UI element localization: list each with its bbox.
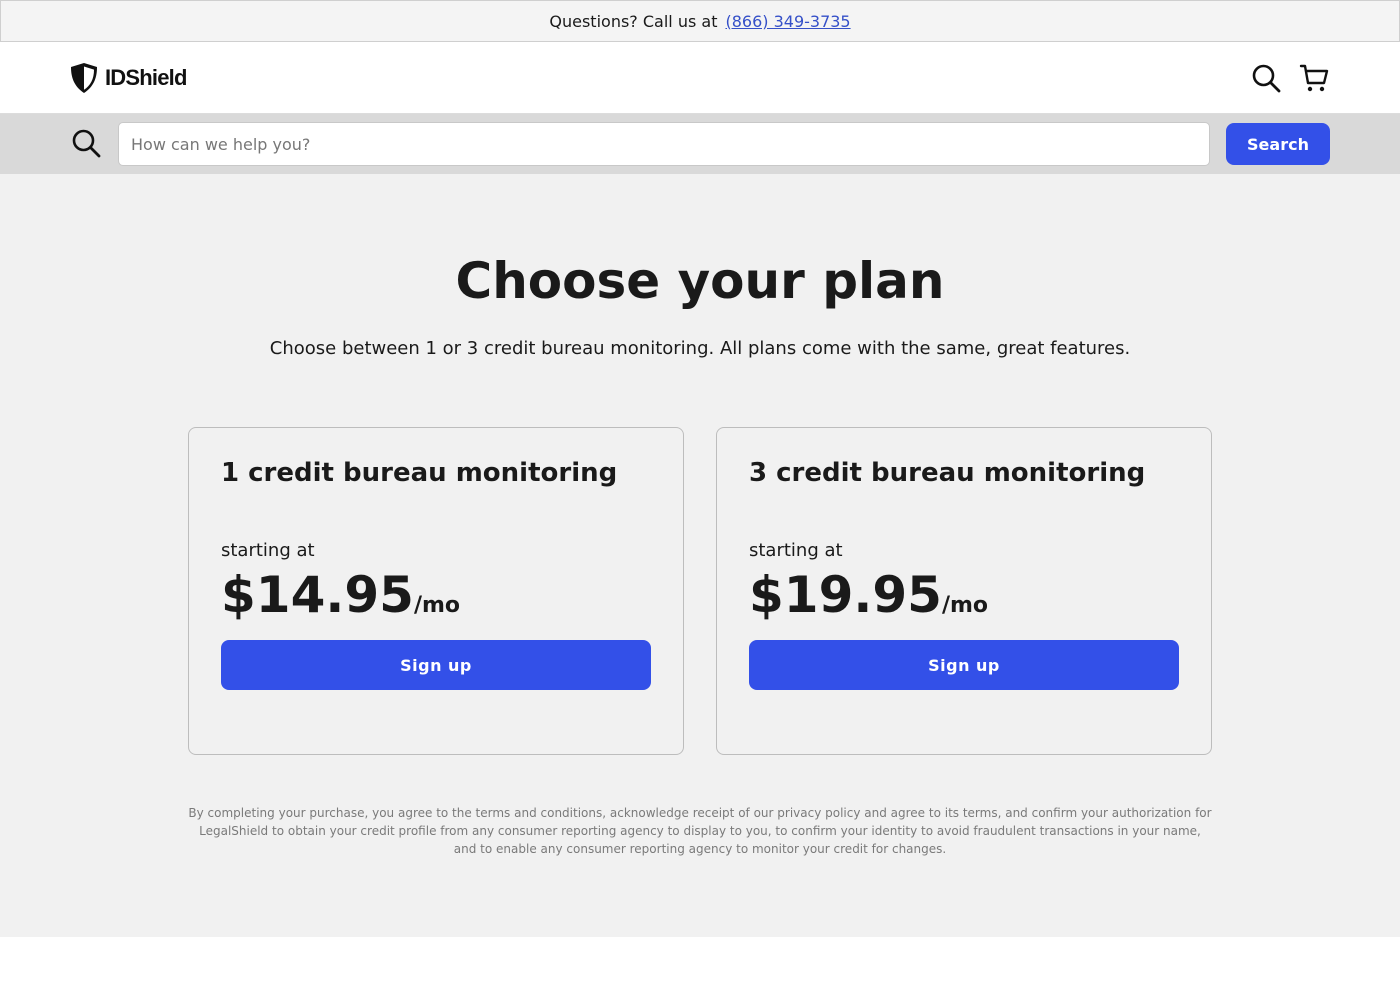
plan-price-amount: $14.95 [221, 566, 414, 624]
contact-text: Questions? Call us at [549, 11, 718, 31]
page-title: Choose your plan [455, 252, 945, 310]
logo-text: IDShield [105, 65, 187, 90]
logo[interactable]: IDShield [70, 62, 187, 94]
plan-price: $19.95/mo [749, 566, 988, 624]
search-icon[interactable] [1251, 63, 1281, 93]
plan-card-1-bureau: 1 credit bureau monitoring starting at $… [188, 427, 684, 755]
phone-link[interactable]: (866) 349-3735 [725, 12, 850, 31]
plan-starting-label: starting at [221, 540, 315, 561]
search-icon [72, 129, 101, 158]
plan-price-amount: $19.95 [749, 566, 942, 624]
plan-title: 1 credit bureau monitoring [221, 458, 618, 488]
plan-section: Choose your plan Choose between 1 or 3 c… [0, 174, 1400, 937]
top-contact-bar: Questions? Call us at (866) 349-3735 [0, 0, 1400, 42]
cart-icon[interactable] [1299, 63, 1329, 93]
sign-up-button[interactable]: Sign up [221, 640, 651, 690]
search-band: Search [0, 114, 1400, 174]
page-subtitle: Choose between 1 or 3 credit bureau moni… [269, 338, 1131, 359]
plan-price: $14.95/mo [221, 566, 460, 624]
sign-up-button[interactable]: Sign up [749, 640, 1179, 690]
shield-icon [71, 63, 97, 93]
legal-disclaimer: By completing your purchase, you agree t… [188, 806, 1212, 856]
plan-starting-label: starting at [749, 540, 843, 561]
search-input[interactable] [118, 122, 1210, 166]
search-button[interactable]: Search [1226, 123, 1330, 165]
plan-card-3-bureau: 3 credit bureau monitoring starting at $… [716, 427, 1212, 755]
plan-price-unit: /mo [941, 593, 989, 618]
site-header: IDShield [0, 42, 1400, 114]
plan-title: 3 credit bureau monitoring [749, 458, 1146, 488]
plan-price-unit: /mo [413, 593, 461, 618]
